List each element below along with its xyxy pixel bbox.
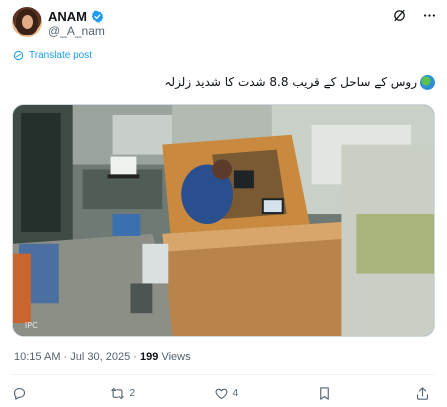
globe-emoji-icon: [420, 75, 435, 90]
reply-icon: [13, 387, 26, 400]
share-button[interactable]: [415, 386, 435, 401]
translate-label: Translate post: [29, 50, 92, 61]
author-name-row: ANAM: [48, 9, 104, 24]
translate-icon: [13, 50, 24, 61]
tweet-date[interactable]: Jul 30, 2025: [70, 351, 130, 363]
tweet-meta: 10:15 AM · Jul 30, 2025 · 199 Views: [14, 351, 191, 363]
meta-separator: ·: [63, 351, 68, 363]
video-frame: IPC: [13, 105, 434, 336]
verified-badge-icon: [91, 10, 104, 23]
tweet-time[interactable]: 10:15 AM: [14, 351, 60, 363]
bookmark-button[interactable]: [317, 386, 337, 401]
heart-icon: [214, 388, 228, 400]
avatar-face: [22, 15, 33, 29]
video-watermark: IPC: [25, 321, 38, 330]
reply-button[interactable]: [12, 386, 32, 401]
tweet-text: روس کے ساحل کے قریب 8.8 شدت کا شدید زلزل…: [164, 75, 417, 89]
retweet-count: 2: [129, 388, 136, 399]
author-handle[interactable]: @_A_nam: [48, 24, 105, 38]
retweet-icon: [111, 387, 125, 400]
more-icon[interactable]: [421, 7, 437, 23]
like-button[interactable]: 4: [214, 386, 239, 401]
bookmark-icon: [319, 387, 329, 400]
meta-separator: ·: [133, 351, 137, 363]
share-icon: [416, 387, 429, 400]
grok-icon[interactable]: [391, 7, 407, 23]
retweet-button[interactable]: 2: [110, 386, 135, 401]
divider: [12, 374, 435, 375]
header-actions: [391, 7, 437, 23]
tweet-actions: 2 4: [12, 386, 435, 401]
tweet-card: ANAM @_A_nam Translate post روس کے ساحل …: [0, 0, 447, 407]
translate-post-link[interactable]: Translate post: [13, 50, 92, 61]
author-name[interactable]: ANAM: [48, 9, 87, 24]
views-count: 199: [140, 351, 159, 363]
avatar[interactable]: [12, 7, 42, 37]
like-count: 4: [232, 388, 239, 399]
views-label: Views: [161, 351, 191, 363]
video-player[interactable]: IPC: [12, 104, 435, 337]
